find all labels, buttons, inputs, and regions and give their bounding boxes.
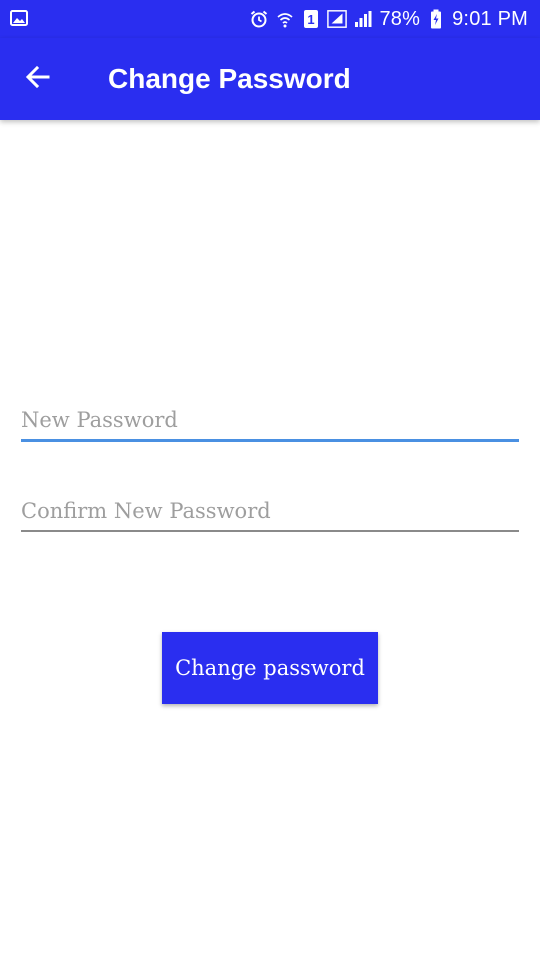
svg-text:1: 1 xyxy=(308,12,315,27)
confirm-password-underline xyxy=(21,530,519,532)
back-button[interactable] xyxy=(18,59,58,99)
change-password-button[interactable]: Change password xyxy=(162,632,378,704)
new-password-field-container xyxy=(21,403,519,442)
signal-icon xyxy=(327,9,348,29)
status-icons: 1 78% 9:01 PM xyxy=(249,0,528,38)
page-title: Change Password xyxy=(108,63,351,94)
clock: 9:01 PM xyxy=(452,7,528,30)
app-bar: Change Password xyxy=(0,38,540,120)
sim-1-icon: 1 xyxy=(301,9,321,29)
wifi-icon xyxy=(275,9,295,29)
signal-icon-2 xyxy=(353,9,373,29)
new-password-underline xyxy=(21,439,519,442)
battery-percent: 78% xyxy=(379,7,421,30)
confirm-password-field-container xyxy=(21,494,519,532)
arrow-left-icon xyxy=(25,64,51,95)
battery-charging-icon xyxy=(426,9,446,29)
confirm-password-input[interactable] xyxy=(21,494,519,530)
alarm-icon xyxy=(249,9,269,29)
image-notification-icon xyxy=(10,9,28,27)
new-password-input[interactable] xyxy=(21,403,519,439)
status-bar: 1 78% 9:01 PM xyxy=(0,0,540,38)
